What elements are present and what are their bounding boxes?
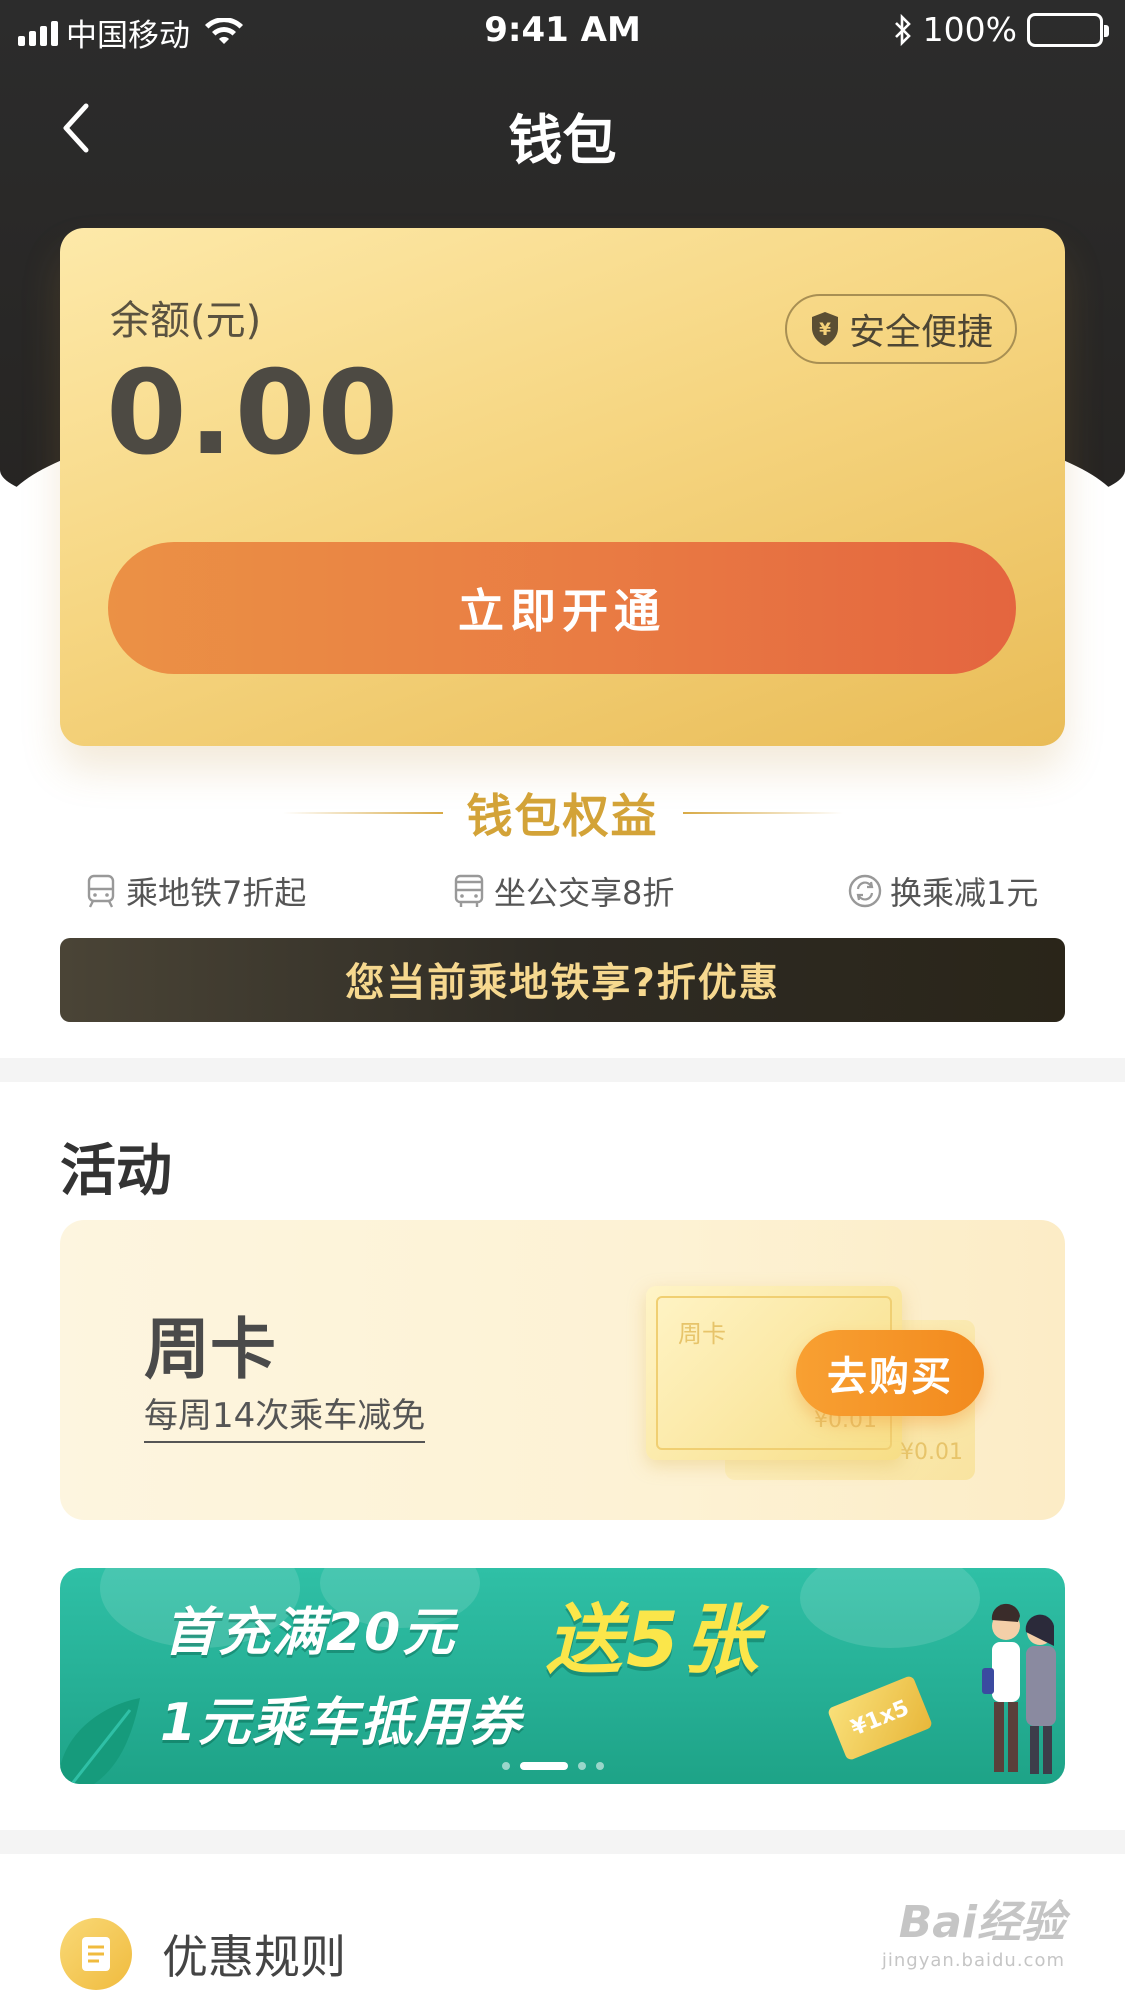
pagination-dot[interactable]	[502, 1762, 510, 1770]
benefit-transfer: 换乘减1元	[848, 868, 1038, 914]
promo-line2: 1元乘车抵用券	[160, 1693, 523, 1753]
cloud-decoration	[800, 1568, 980, 1648]
benefits-title: 钱包权益	[466, 789, 659, 843]
week-card-title: 周卡	[144, 1311, 276, 1388]
safe-badge: ¥ 安全便捷	[785, 294, 1017, 364]
bluetooth-icon	[894, 13, 911, 46]
pagination-dot-active[interactable]	[520, 1762, 568, 1770]
shield-icon: ¥	[811, 312, 838, 346]
week-card-subtitle: 每周14次乘车减免	[144, 1388, 426, 1443]
rules-label: 优惠规则	[162, 1930, 346, 1984]
pagination-dot[interactable]	[578, 1762, 586, 1770]
battery-percent: 100%	[922, 10, 1017, 49]
promo-line1: 首充满20元	[164, 1603, 457, 1663]
week-card[interactable]: 周卡 每周14次乘车减免 周卡 ¥0.01 ¥0.01 去购买	[60, 1220, 1065, 1520]
status-bar: 中国移动 9:41 AM 100%	[0, 0, 1125, 60]
battery-icon	[1027, 12, 1109, 47]
section-divider	[0, 1830, 1125, 1854]
promo-banner[interactable]: 首充满20元 送5张 1元乘车抵用券 ¥1x5	[60, 1568, 1065, 1784]
balance-label: 余额(元)	[110, 298, 262, 344]
transfer-icon	[848, 874, 882, 908]
balance-card: 余额(元) 0.00 ¥ 安全便捷 立即开通	[60, 228, 1065, 746]
bus-icon	[454, 874, 484, 907]
section-divider	[0, 1058, 1125, 1082]
svg-text:¥: ¥	[819, 320, 831, 340]
coupon-illustration: ¥1x5	[826, 1674, 934, 1762]
benefits-title-row: 钱包权益	[0, 780, 1125, 846]
rules-row[interactable]: 优惠规则	[60, 1918, 346, 1990]
benefit-subway: 乘地铁7折起	[84, 868, 306, 914]
document-icon	[60, 1918, 132, 1990]
open-now-button[interactable]: 立即开通	[108, 542, 1016, 674]
ticket-label: 周卡	[678, 1320, 726, 1348]
page-title: 钱包	[508, 109, 617, 172]
benefit-bus: 坐公交享8折	[452, 868, 674, 914]
banner-pagination	[502, 1762, 604, 1770]
safe-badge-label: 安全便捷	[848, 312, 993, 353]
balance-amount: 0.00	[106, 346, 401, 481]
benefit-subway-label: 乘地铁7折起	[126, 874, 307, 912]
people-illustration	[982, 1603, 1056, 1774]
benefit-bus-label: 坐公交享8折	[494, 874, 675, 912]
watermark-sub: jingyan.baidu.com	[881, 1950, 1065, 1971]
watermark-main: Bai经验	[898, 1897, 1065, 1948]
promo-highlight: 送5张	[546, 1595, 763, 1684]
discount-info-bar: 您当前乘地铁享?折优惠	[60, 938, 1065, 1022]
ticket-price-back: ¥0.01	[900, 1440, 963, 1465]
watermark: Bai经验 jingyan.baidu.com	[882, 1886, 1065, 1971]
leaf-decoration	[60, 1698, 140, 1784]
pagination-dot[interactable]	[596, 1762, 604, 1770]
benefit-transfer-label: 换乘减1元	[890, 874, 1039, 912]
activities-title: 活动	[60, 1139, 172, 1204]
status-right: 100%	[893, 10, 1109, 49]
divider-line-left	[282, 812, 443, 814]
subway-icon	[87, 874, 115, 908]
divider-line-right	[682, 812, 843, 814]
buy-button[interactable]: 去购买	[796, 1330, 984, 1416]
